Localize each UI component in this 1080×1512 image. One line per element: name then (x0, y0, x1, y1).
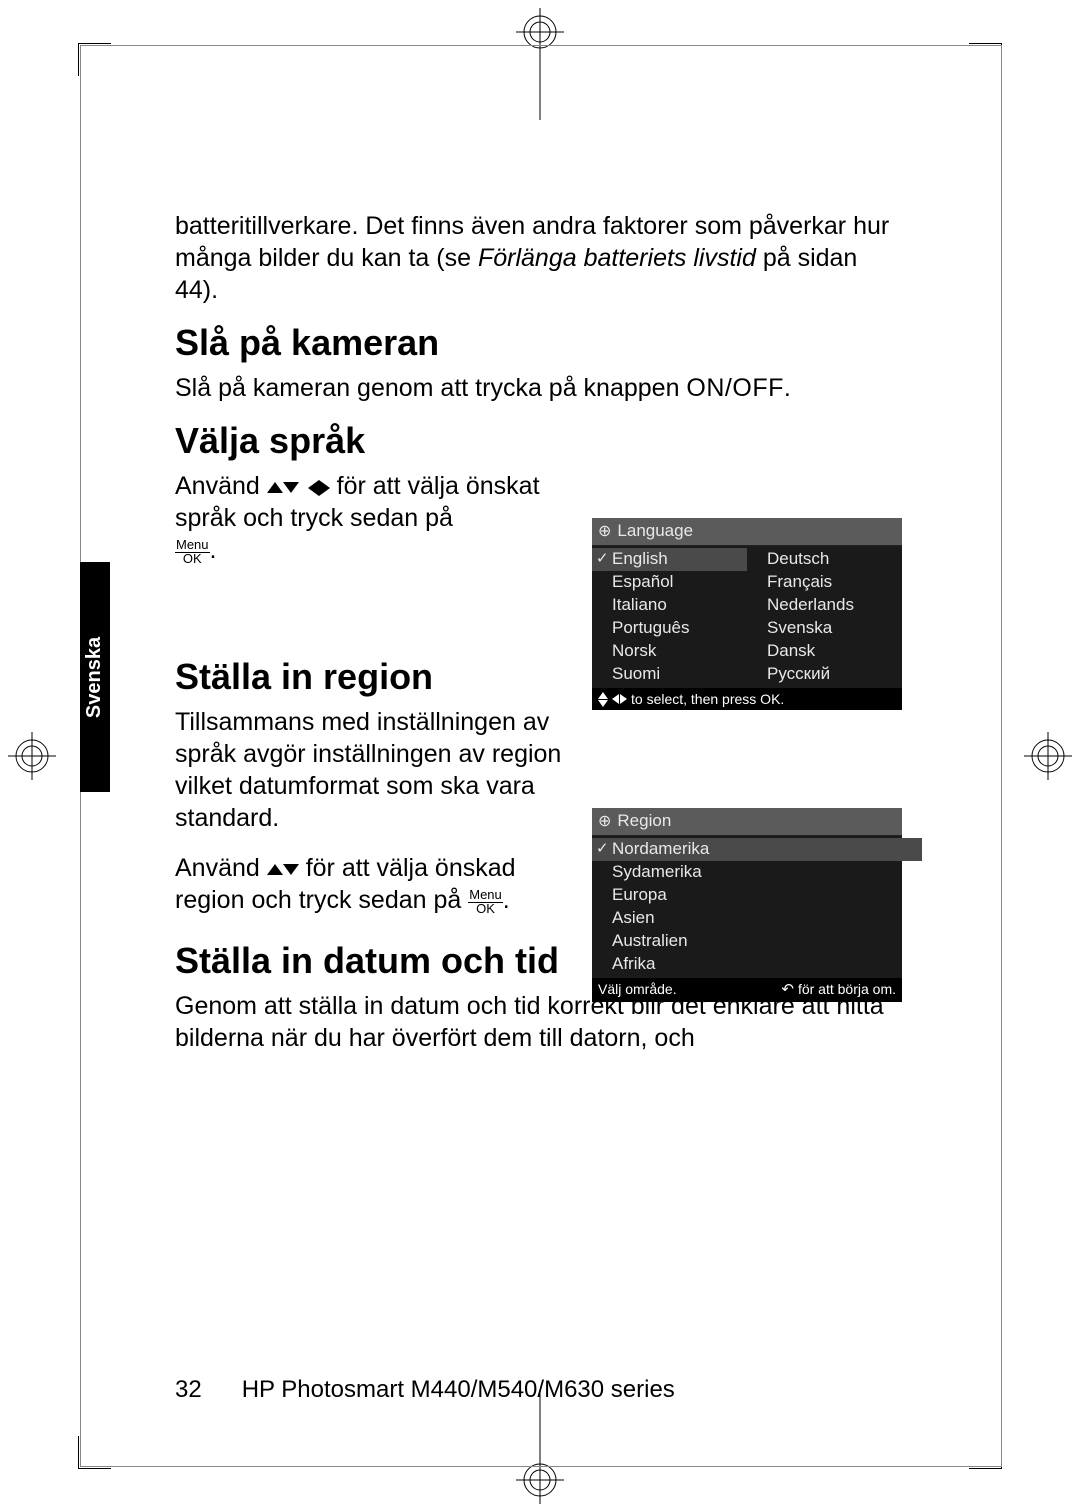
language-footer-text: to select, then press OK. (631, 690, 784, 709)
language-menu-title: Language (617, 520, 693, 543)
globe-icon: ⊕ (598, 521, 611, 543)
region-menu-screenshot: ⊕Region Nordamerika Sydamerika Europa As… (592, 808, 902, 1002)
registration-mark-left (8, 732, 56, 780)
menu-ok-icon: MenuOK (468, 888, 503, 915)
intro-paragraph: batteritillverkare. Det finns även andra… (175, 210, 905, 306)
lang-option-deutsch: Deutsch (747, 548, 902, 571)
power-paragraph: Slå på kameran genom att trycka på knapp… (175, 372, 905, 404)
language-menu-screenshot: ⊕ Language EnglishDeutsch EspañolFrançais… (592, 518, 902, 710)
region-option-europa: Europa (592, 884, 922, 907)
lang-option-portugues: Português (592, 617, 747, 640)
menu-ok-icon: MenuOK (175, 538, 210, 565)
lang-option-norsk: Norsk (592, 640, 747, 663)
region-option-asien: Asien (592, 907, 922, 930)
up-arrow-icon (267, 864, 283, 875)
lang-option-espanol: Español (592, 571, 747, 594)
region-option-nordamerika: Nordamerika (592, 838, 922, 861)
language-side-tab: Svenska (80, 562, 110, 792)
updown-nav-icon (598, 692, 608, 707)
lang-option-suomi: Suomi (592, 663, 747, 686)
down-arrow-icon (283, 482, 299, 493)
back-icon (781, 980, 794, 1000)
language-paragraph: Använd för att välja önskat språk och tr… (175, 470, 575, 566)
region-paragraph-2: Använd för att välja önskad region och t… (175, 852, 575, 916)
series-label: HP Photosmart M440/M540/M630 series (242, 1376, 675, 1404)
region-paragraph-1: Tillsammans med inställningen av språk a… (175, 706, 575, 834)
heading-language: Välja språk (175, 418, 905, 464)
down-arrow-icon (283, 864, 299, 875)
region-menu-title: Region (617, 810, 671, 833)
region-footer-a: Välj område. (598, 980, 677, 999)
page-number: 32 (175, 1376, 202, 1404)
lang-option-nederlands: Nederlands (747, 594, 902, 617)
region-option-afrika: Afrika (592, 953, 922, 976)
region-option-sydamerika: Sydamerika (592, 861, 922, 884)
globe-icon: ⊕ (598, 811, 611, 833)
lang-option-francais: Français (747, 571, 902, 594)
leftright-nav-icon (612, 694, 627, 704)
lang-option-dansk: Dansk (747, 640, 902, 663)
lang-option-svenska: Svenska (747, 617, 902, 640)
region-footer-b: för att börja om. (798, 980, 896, 999)
heading-power-on: Slå på kameran (175, 320, 905, 366)
region-option-australien: Australien (592, 930, 922, 953)
registration-mark-right (1024, 732, 1072, 780)
right-arrow-icon (319, 480, 330, 496)
up-arrow-icon (267, 482, 283, 493)
lang-option-russian: Русский (747, 663, 902, 686)
lang-option-english: English (592, 548, 747, 571)
left-arrow-icon (308, 480, 319, 496)
lang-option-italiano: Italiano (592, 594, 747, 617)
